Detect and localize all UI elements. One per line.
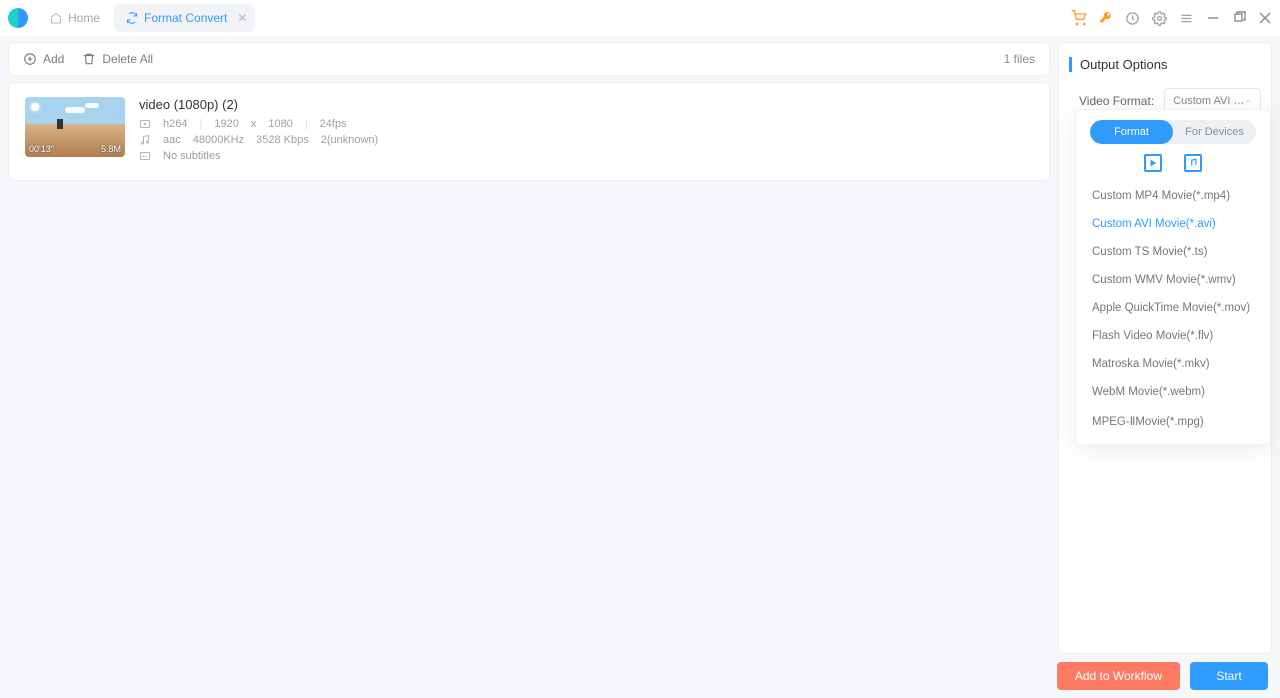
video-x: x — [251, 118, 257, 130]
cart-icon[interactable] — [1071, 10, 1087, 26]
start-button[interactable]: Start — [1190, 662, 1268, 690]
output-panel: Output Options Video Format: Custom AVI … — [1058, 42, 1272, 654]
plus-circle-icon — [23, 52, 37, 66]
video-icon — [139, 118, 151, 130]
format-option[interactable]: Custom TS Movie(*.ts) — [1076, 238, 1270, 266]
file-size: 5.8M — [101, 144, 121, 154]
format-option[interactable]: Custom AVI Movie(*.avi) — [1076, 210, 1270, 238]
subtitle-icon — [139, 150, 151, 162]
tab-home[interactable]: Home — [38, 4, 112, 32]
audio-bitrate: 3528 Kbps — [256, 134, 309, 146]
video-width: 1920 — [214, 118, 238, 130]
app-logo — [8, 8, 28, 28]
refresh-icon — [126, 12, 138, 24]
chevron-up-icon — [1245, 96, 1252, 106]
tab-group: Home Format Convert ✕ — [38, 4, 255, 32]
audio-rate: 48000KHz — [193, 134, 244, 146]
left-panel: Add Delete All 1 files 00'13" 5.8M video… — [8, 42, 1050, 654]
video-type-icon[interactable] — [1144, 154, 1162, 172]
tab-active-label: Format Convert — [144, 11, 227, 25]
home-icon — [50, 12, 62, 24]
audio-type-icon[interactable] — [1184, 154, 1202, 172]
tab-format-convert[interactable]: Format Convert ✕ — [114, 4, 255, 32]
format-option[interactable]: MPEG-ⅡMovie(*.mpg) — [1076, 406, 1270, 436]
file-title: video (1080p) (2) — [139, 97, 1033, 112]
file-count: 1 files — [1004, 52, 1035, 66]
menu-icon[interactable] — [1179, 11, 1194, 26]
audio-codec: aac — [163, 134, 181, 146]
maximize-button[interactable] — [1232, 11, 1246, 25]
gear-icon[interactable] — [1152, 11, 1167, 26]
clock-icon[interactable] — [1125, 11, 1140, 26]
format-option[interactable]: Apple QuickTime Movie(*.mov) — [1076, 294, 1270, 322]
video-codec: h264 — [163, 118, 187, 130]
format-option[interactable]: WebM Movie(*.webm) — [1076, 378, 1270, 406]
video-format-value: Custom AVI Movie(*.... — [1173, 95, 1245, 107]
toolbar: Add Delete All 1 files — [8, 42, 1050, 76]
delete-all-label: Delete All — [102, 52, 153, 66]
close-button[interactable] — [1258, 11, 1272, 25]
file-thumbnail: 00'13" 5.8M — [25, 97, 125, 157]
audio-icon — [139, 134, 151, 146]
key-icon[interactable] — [1099, 11, 1113, 25]
minimize-button[interactable] — [1206, 11, 1220, 25]
trash-icon — [82, 52, 96, 66]
format-option[interactable]: Custom WMV Movie(*.wmv) — [1076, 266, 1270, 294]
file-card[interactable]: 00'13" 5.8M video (1080p) (2) h264 | 192… — [8, 82, 1050, 181]
titlebar-right — [1071, 10, 1272, 26]
file-info: video (1080p) (2) h264 | 1920 x 1080 | 2… — [139, 97, 1033, 166]
audio-channels: 2(unknown) — [321, 134, 378, 146]
format-option[interactable]: Matroska Movie(*.mkv) — [1076, 350, 1270, 378]
toggle-devices[interactable]: For Devices — [1173, 120, 1256, 144]
delete-all-button[interactable]: Delete All — [82, 52, 153, 66]
subtitle-text: No subtitles — [163, 150, 220, 162]
add-label: Add — [43, 52, 64, 66]
video-fps: 24fps — [320, 118, 347, 130]
titlebar: Home Format Convert ✕ — [0, 0, 1280, 36]
file-duration: 00'13" — [29, 144, 54, 154]
format-option[interactable]: Flash Video Movie(*.flv) — [1076, 322, 1270, 350]
add-to-workflow-button[interactable]: Add to Workflow — [1057, 662, 1180, 690]
bottom-bar: Add to Workflow Start — [0, 654, 1280, 698]
toggle-format[interactable]: Format — [1090, 120, 1173, 144]
tab-home-label: Home — [68, 11, 100, 25]
format-toggle-group: Format For Devices — [1090, 120, 1256, 144]
format-option-list: Custom MP4 Movie(*.mp4) Custom AVI Movie… — [1076, 182, 1270, 436]
output-title: Output Options — [1069, 57, 1261, 72]
format-dropdown: Format For Devices Custom MP4 Movie(*.mp… — [1075, 109, 1271, 445]
add-button[interactable]: Add — [23, 52, 64, 66]
close-tab-icon[interactable]: ✕ — [237, 11, 247, 25]
format-option[interactable]: Custom MP4 Movie(*.mp4) — [1076, 182, 1270, 210]
video-format-label: Video Format: — [1079, 94, 1154, 108]
video-height: 1080 — [268, 118, 292, 130]
